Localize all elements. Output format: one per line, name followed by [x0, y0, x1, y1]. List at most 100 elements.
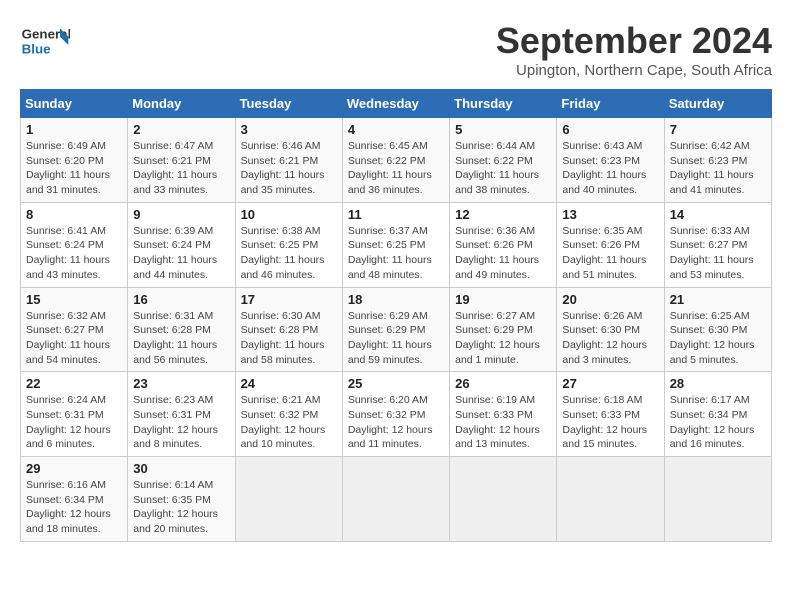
calendar-cell: 24 Sunrise: 6:21 AMSunset: 6:32 PMDayligh…: [235, 372, 342, 457]
day-info: Sunrise: 6:41 AMSunset: 6:24 PMDaylight:…: [26, 224, 122, 283]
calendar-cell: 13 Sunrise: 6:35 AMSunset: 6:26 PMDayligh…: [557, 202, 664, 287]
calendar-header-row: SundayMondayTuesdayWednesdayThursdayFrid…: [21, 90, 772, 118]
day-number: 20: [562, 292, 658, 307]
calendar-cell: 22 Sunrise: 6:24 AMSunset: 6:31 PMDayligh…: [21, 372, 128, 457]
day-number: 6: [562, 122, 658, 137]
calendar-cell: 25 Sunrise: 6:20 AMSunset: 6:32 PMDayligh…: [342, 372, 449, 457]
calendar-cell: 20 Sunrise: 6:26 AMSunset: 6:30 PMDayligh…: [557, 287, 664, 372]
calendar-cell: 27 Sunrise: 6:18 AMSunset: 6:33 PMDayligh…: [557, 372, 664, 457]
calendar-cell: [235, 457, 342, 542]
day-info: Sunrise: 6:26 AMSunset: 6:30 PMDaylight:…: [562, 309, 658, 368]
calendar-cell: 15 Sunrise: 6:32 AMSunset: 6:27 PMDayligh…: [21, 287, 128, 372]
day-number: 21: [670, 292, 766, 307]
day-info: Sunrise: 6:27 AMSunset: 6:29 PMDaylight:…: [455, 309, 551, 368]
calendar-week-4: 22 Sunrise: 6:24 AMSunset: 6:31 PMDayligh…: [21, 372, 772, 457]
day-info: Sunrise: 6:37 AMSunset: 6:25 PMDaylight:…: [348, 224, 444, 283]
day-number: 5: [455, 122, 551, 137]
day-number: 22: [26, 376, 122, 391]
col-header-tuesday: Tuesday: [235, 90, 342, 118]
day-info: Sunrise: 6:16 AMSunset: 6:34 PMDaylight:…: [26, 478, 122, 537]
calendar-cell: 17 Sunrise: 6:30 AMSunset: 6:28 PMDayligh…: [235, 287, 342, 372]
day-info: Sunrise: 6:25 AMSunset: 6:30 PMDaylight:…: [670, 309, 766, 368]
day-info: Sunrise: 6:35 AMSunset: 6:26 PMDaylight:…: [562, 224, 658, 283]
calendar-cell: 26 Sunrise: 6:19 AMSunset: 6:33 PMDayligh…: [450, 372, 557, 457]
day-info: Sunrise: 6:30 AMSunset: 6:28 PMDaylight:…: [241, 309, 337, 368]
calendar-cell: 2Sunrise: 6:47 AMSunset: 6:21 PMDaylight…: [128, 118, 235, 203]
calendar-week-1: 1 Sunrise: 6:49 AMSunset: 6:20 PMDaylight…: [21, 118, 772, 203]
calendar-cell: 3 Sunrise: 6:46 AMSunset: 6:21 PMDaylight…: [235, 118, 342, 203]
month-title: September 2024: [496, 20, 772, 62]
day-number: 12: [455, 207, 551, 222]
col-header-monday: Monday: [128, 90, 235, 118]
day-info: Sunrise: 6:44 AMSunset: 6:22 PMDaylight:…: [455, 139, 551, 198]
day-number: 1: [26, 122, 122, 137]
calendar-week-2: 8 Sunrise: 6:41 AMSunset: 6:24 PMDaylight…: [21, 202, 772, 287]
day-info: Sunrise: 6:31 AMSunset: 6:28 PMDaylight:…: [133, 309, 229, 368]
calendar-cell: [557, 457, 664, 542]
calendar-cell: 11 Sunrise: 6:37 AMSunset: 6:25 PMDayligh…: [342, 202, 449, 287]
col-header-sunday: Sunday: [21, 90, 128, 118]
day-info: Sunrise: 6:14 AMSunset: 6:35 PMDaylight:…: [133, 478, 229, 537]
day-info: Sunrise: 6:47 AMSunset: 6:21 PMDaylight:…: [133, 139, 229, 198]
day-info: Sunrise: 6:36 AMSunset: 6:26 PMDaylight:…: [455, 224, 551, 283]
calendar-week-5: 29Sunrise: 6:16 AMSunset: 6:34 PMDayligh…: [21, 457, 772, 542]
day-info: Sunrise: 6:43 AMSunset: 6:23 PMDaylight:…: [562, 139, 658, 198]
calendar-table: SundayMondayTuesdayWednesdayThursdayFrid…: [20, 89, 772, 542]
day-number: 18: [348, 292, 444, 307]
day-info: Sunrise: 6:19 AMSunset: 6:33 PMDaylight:…: [455, 393, 551, 452]
calendar-cell: 14Sunrise: 6:33 AMSunset: 6:27 PMDayligh…: [664, 202, 771, 287]
calendar-cell: 10Sunrise: 6:38 AMSunset: 6:25 PMDayligh…: [235, 202, 342, 287]
day-info: Sunrise: 6:32 AMSunset: 6:27 PMDaylight:…: [26, 309, 122, 368]
day-info: Sunrise: 6:20 AMSunset: 6:32 PMDaylight:…: [348, 393, 444, 452]
day-info: Sunrise: 6:24 AMSunset: 6:31 PMDaylight:…: [26, 393, 122, 452]
day-number: 19: [455, 292, 551, 307]
col-header-wednesday: Wednesday: [342, 90, 449, 118]
day-number: 26: [455, 376, 551, 391]
day-info: Sunrise: 6:18 AMSunset: 6:33 PMDaylight:…: [562, 393, 658, 452]
day-info: Sunrise: 6:17 AMSunset: 6:34 PMDaylight:…: [670, 393, 766, 452]
day-number: 13: [562, 207, 658, 222]
col-header-thursday: Thursday: [450, 90, 557, 118]
calendar-cell: 18 Sunrise: 6:29 AMSunset: 6:29 PMDayligh…: [342, 287, 449, 372]
day-number: 17: [241, 292, 337, 307]
day-info: Sunrise: 6:42 AMSunset: 6:23 PMDaylight:…: [670, 139, 766, 198]
calendar-cell: [342, 457, 449, 542]
day-number: 15: [26, 292, 122, 307]
day-number: 30: [133, 461, 229, 476]
day-number: 7: [670, 122, 766, 137]
calendar-week-3: 15 Sunrise: 6:32 AMSunset: 6:27 PMDayligh…: [21, 287, 772, 372]
day-number: 8: [26, 207, 122, 222]
day-number: 27: [562, 376, 658, 391]
calendar-cell: 4Sunrise: 6:45 AMSunset: 6:22 PMDaylight…: [342, 118, 449, 203]
day-number: 23: [133, 376, 229, 391]
day-info: Sunrise: 6:21 AMSunset: 6:32 PMDaylight:…: [241, 393, 337, 452]
calendar-cell: 7 Sunrise: 6:42 AMSunset: 6:23 PMDaylight…: [664, 118, 771, 203]
day-info: Sunrise: 6:39 AMSunset: 6:24 PMDaylight:…: [133, 224, 229, 283]
svg-text:Blue: Blue: [22, 41, 51, 56]
calendar-cell: 23Sunrise: 6:23 AMSunset: 6:31 PMDayligh…: [128, 372, 235, 457]
day-number: 4: [348, 122, 444, 137]
day-number: 3: [241, 122, 337, 137]
calendar-cell: 30 Sunrise: 6:14 AMSunset: 6:35 PMDayligh…: [128, 457, 235, 542]
calendar-cell: 12 Sunrise: 6:36 AMSunset: 6:26 PMDayligh…: [450, 202, 557, 287]
calendar-cell: 16 Sunrise: 6:31 AMSunset: 6:28 PMDayligh…: [128, 287, 235, 372]
day-info: Sunrise: 6:46 AMSunset: 6:21 PMDaylight:…: [241, 139, 337, 198]
day-number: 11: [348, 207, 444, 222]
day-number: 25: [348, 376, 444, 391]
calendar-cell: 9Sunrise: 6:39 AMSunset: 6:24 PMDaylight…: [128, 202, 235, 287]
calendar-cell: 29Sunrise: 6:16 AMSunset: 6:34 PMDayligh…: [21, 457, 128, 542]
calendar-cell: 8 Sunrise: 6:41 AMSunset: 6:24 PMDaylight…: [21, 202, 128, 287]
col-header-friday: Friday: [557, 90, 664, 118]
calendar-cell: 5 Sunrise: 6:44 AMSunset: 6:22 PMDaylight…: [450, 118, 557, 203]
location: Upington, Northern Cape, South Africa: [496, 62, 772, 79]
logo-icon: General Blue: [20, 20, 70, 60]
day-info: Sunrise: 6:33 AMSunset: 6:27 PMDaylight:…: [670, 224, 766, 283]
page-header: General Blue September 2024 Upington, No…: [20, 20, 772, 79]
calendar-cell: [450, 457, 557, 542]
day-info: Sunrise: 6:29 AMSunset: 6:29 PMDaylight:…: [348, 309, 444, 368]
day-number: 16: [133, 292, 229, 307]
day-number: 28: [670, 376, 766, 391]
day-number: 24: [241, 376, 337, 391]
calendar-cell: 19 Sunrise: 6:27 AMSunset: 6:29 PMDayligh…: [450, 287, 557, 372]
day-info: Sunrise: 6:49 AMSunset: 6:20 PMDaylight:…: [26, 139, 122, 198]
